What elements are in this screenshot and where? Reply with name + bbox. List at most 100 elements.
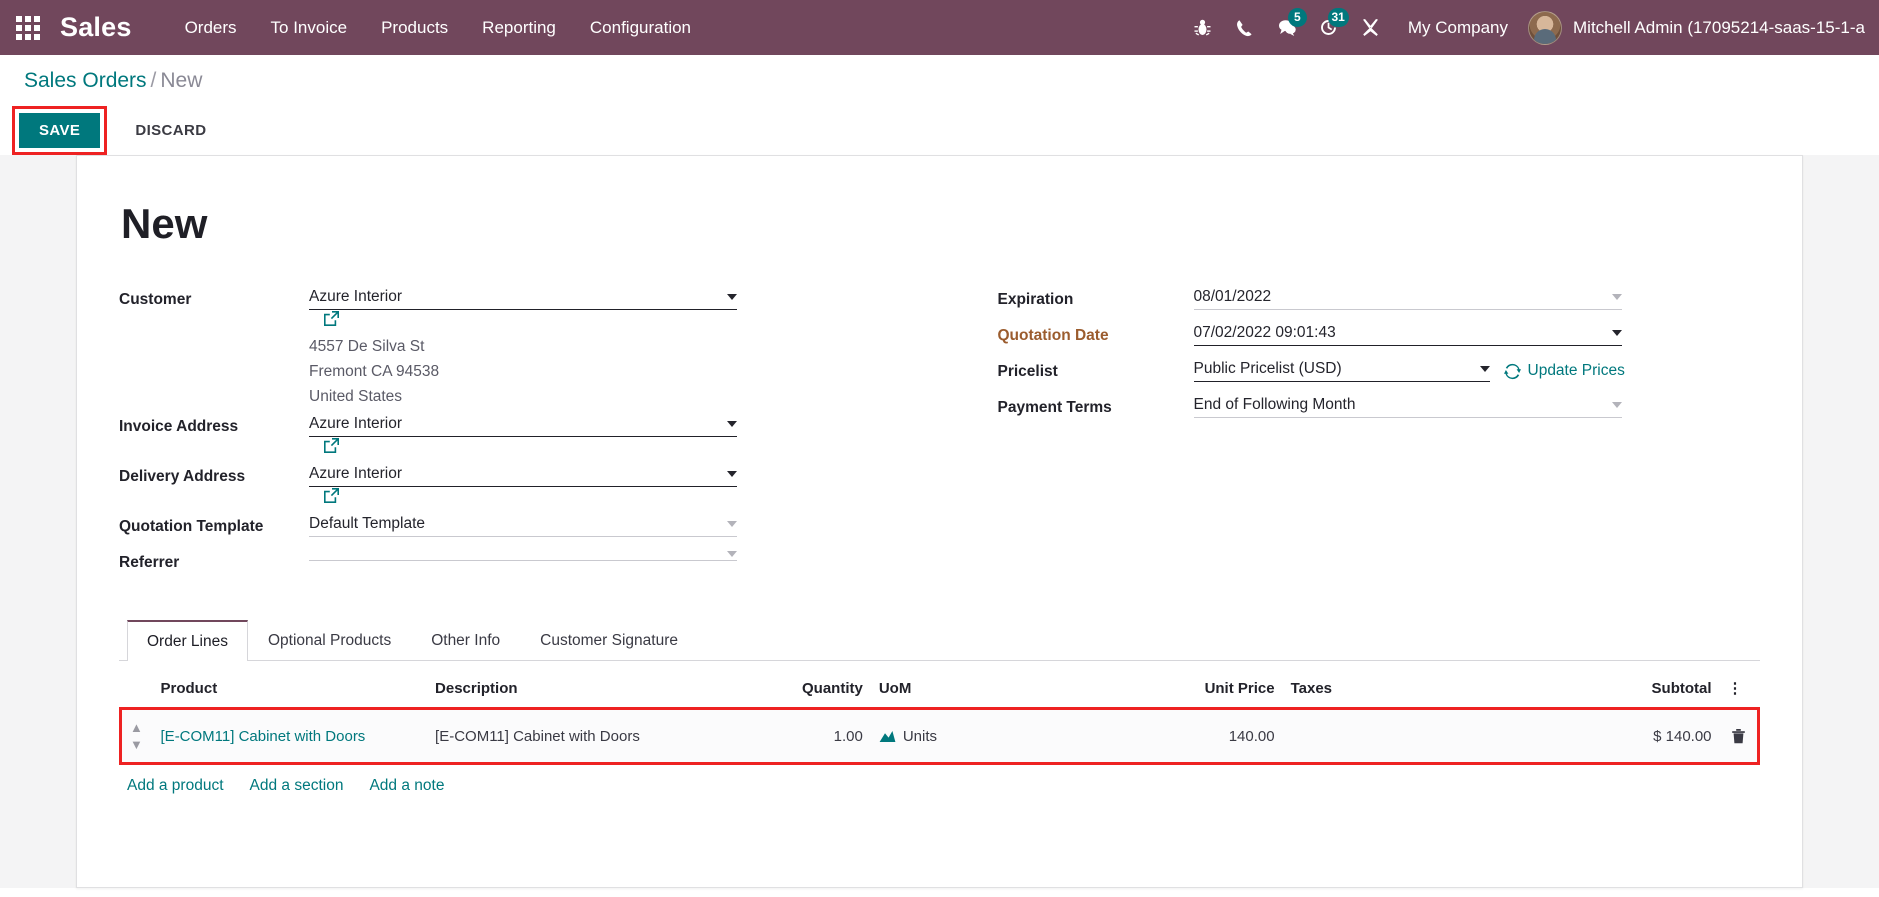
internal-link-icon[interactable] <box>323 487 340 504</box>
control-panel: Sales Orders / New SAVE DISCARD <box>0 55 1879 155</box>
phone-icon[interactable] <box>1224 0 1266 55</box>
chevron-down-icon[interactable] <box>1479 366 1490 372</box>
quotation-date-value[interactable]: 07/02/2022 09:01:43 <box>1194 324 1604 342</box>
chevron-down-icon[interactable] <box>727 421 737 427</box>
internal-link-icon[interactable] <box>323 437 340 454</box>
notebook-tabs: Order Lines Optional Products Other Info… <box>119 619 1760 661</box>
uom-label: Units <box>902 727 938 745</box>
tab-other-info[interactable]: Other Info <box>411 620 520 661</box>
quotation-template-value[interactable]: Default Template <box>309 515 719 533</box>
cell-uom[interactable]: Units <box>870 707 1157 765</box>
breadcrumb-sales-orders[interactable]: Sales Orders <box>24 69 147 92</box>
col-header-uom[interactable]: UoM <box>870 673 1157 709</box>
delivery-address-input-wrap[interactable]: Azure Interior <box>309 465 737 487</box>
chevron-down-icon[interactable] <box>1611 330 1622 336</box>
field-payment-terms: Payment Terms End of Following Month <box>998 390 1761 426</box>
drag-handle-icon[interactable]: ▲ ▼ <box>118 707 153 765</box>
field-pricelist: Pricelist Public Pricelist (USD) Update … <box>998 354 1761 390</box>
cell-description[interactable]: [E-COM11] Cabinet with Doors <box>427 707 746 765</box>
field-label-invoice-address: Invoice Address <box>119 418 239 435</box>
tools-icon[interactable] <box>1350 0 1392 55</box>
field-label-quotation-date: Quotation Date <box>997 327 1109 344</box>
col-header-unit-price[interactable]: Unit Price <box>1156 673 1283 709</box>
product-link[interactable]: [E-COM11] Cabinet with Doors <box>161 728 366 745</box>
chat-icon[interactable]: 5 <box>1266 0 1308 55</box>
avatar[interactable] <box>1528 10 1562 45</box>
trash-icon[interactable] <box>1719 707 1760 765</box>
expiration-input-wrap[interactable]: 08/01/2022 <box>1193 288 1622 310</box>
order-lines-table: Product Description Quantity UoM Unit Pr… <box>118 673 1760 765</box>
col-header-quantity[interactable]: Quantity <box>745 673 871 709</box>
col-header-subtotal[interactable]: Subtotal <box>1545 673 1720 709</box>
app-brand-sales[interactable]: Sales <box>60 12 132 43</box>
cell-unit-price[interactable]: 140.00 <box>1156 707 1283 765</box>
field-label-quotation-template: Quotation Template <box>119 518 264 535</box>
menu-item-products[interactable]: Products <box>364 10 465 46</box>
col-header-taxes[interactable]: Taxes <box>1282 673 1546 709</box>
col-header-description[interactable]: Description <box>427 673 746 709</box>
cell-taxes[interactable] <box>1282 707 1546 765</box>
referrer-input-wrap[interactable] <box>309 551 737 561</box>
invoice-address-value[interactable]: Azure Interior <box>309 415 719 433</box>
field-delivery-address: Delivery Address Azure Interior <box>119 459 940 509</box>
cell-product[interactable]: [E-COM11] Cabinet with Doors <box>152 707 428 765</box>
save-button[interactable]: SAVE <box>19 112 101 148</box>
menu-item-configuration[interactable]: Configuration <box>573 10 708 46</box>
chevron-down-icon[interactable] <box>1611 294 1622 300</box>
sheet-background: New Customer Azure Interior 4557 De Silv… <box>0 155 1879 888</box>
chat-badge-count: 5 <box>1287 8 1307 27</box>
discard-button[interactable]: DISCARD <box>121 113 220 148</box>
user-menu[interactable]: Mitchell Admin (17095214-saas-15-1-a <box>1573 18 1865 38</box>
cell-quantity[interactable]: 1.00 <box>745 707 871 765</box>
customer-input-wrap[interactable]: Azure Interior <box>309 288 737 310</box>
forecast-chart-icon[interactable] <box>879 729 896 743</box>
add-a-note-link[interactable]: Add a note <box>369 777 444 795</box>
company-selector[interactable]: My Company <box>1392 18 1528 38</box>
field-label-referrer: Referrer <box>119 554 180 571</box>
kebab-menu-icon[interactable]: ⋮ <box>1719 673 1759 709</box>
add-a-section-link[interactable]: Add a section <box>250 777 344 795</box>
field-label-expiration: Expiration <box>997 291 1074 308</box>
internal-link-icon[interactable] <box>323 310 340 327</box>
payment-terms-input-wrap[interactable]: End of Following Month <box>1193 396 1622 418</box>
table-row[interactable]: ▲ ▼ [E-COM11] Cabinet with Doors [E-COM11… <box>118 707 1760 765</box>
field-referrer: Referrer <box>119 545 940 581</box>
activity-clock-icon[interactable]: 31 <box>1308 0 1350 55</box>
quotation-date-input-wrap[interactable]: 07/02/2022 09:01:43 <box>1193 324 1622 346</box>
apps-grid-icon[interactable] <box>0 0 56 55</box>
col-header-product[interactable]: Product <box>152 673 428 709</box>
invoice-address-input-wrap[interactable]: Azure Interior <box>309 415 737 437</box>
tab-optional-products[interactable]: Optional Products <box>248 620 411 661</box>
chevron-down-icon[interactable] <box>727 521 737 527</box>
expiration-value[interactable]: 08/01/2022 <box>1194 288 1604 306</box>
menu-item-to-invoice[interactable]: To Invoice <box>254 10 365 46</box>
add-a-product-link[interactable]: Add a product <box>127 777 224 795</box>
pricelist-value[interactable]: Public Pricelist (USD) <box>1194 360 1472 378</box>
save-button-highlight: SAVE <box>12 105 108 155</box>
breadcrumb-current: New <box>160 69 203 92</box>
chevron-down-icon[interactable] <box>727 471 737 477</box>
update-prices-button[interactable]: Update Prices <box>1503 362 1625 380</box>
menu-item-reporting[interactable]: Reporting <box>465 10 573 46</box>
payment-terms-value[interactable]: End of Following Month <box>1194 396 1604 414</box>
quotation-template-input-wrap[interactable]: Default Template <box>309 515 737 537</box>
field-quotation-date: Quotation Date 07/02/2022 09:01:43 <box>998 318 1761 354</box>
breadcrumb-separator: / <box>150 69 157 92</box>
order-lines-table-wrap: Product Description Quantity UoM Unit Pr… <box>118 673 1760 795</box>
customer-value[interactable]: Azure Interior <box>309 288 719 306</box>
pricelist-input-wrap[interactable]: Public Pricelist (USD) <box>1193 360 1490 382</box>
field-label-pricelist: Pricelist <box>997 363 1058 380</box>
tab-customer-signature[interactable]: Customer Signature <box>520 620 698 661</box>
form-column-right: Expiration 08/01/2022 Quotation Date 07/… <box>940 282 1761 581</box>
chevron-down-icon[interactable] <box>1611 402 1622 408</box>
add-line-links: Add a product Add a section Add a note <box>119 765 1760 795</box>
bug-icon[interactable] <box>1182 0 1224 55</box>
chevron-down-icon[interactable] <box>727 294 737 300</box>
breadcrumb: Sales Orders / New <box>0 69 1879 93</box>
delivery-address-value[interactable]: Azure Interior <box>309 465 719 483</box>
field-label-delivery-address: Delivery Address <box>119 468 246 485</box>
menu-item-orders[interactable]: Orders <box>168 10 254 46</box>
chevron-down-icon[interactable] <box>727 551 737 557</box>
field-invoice-address: Invoice Address Azure Interior <box>119 409 940 459</box>
tab-order-lines[interactable]: Order Lines <box>127 620 248 661</box>
